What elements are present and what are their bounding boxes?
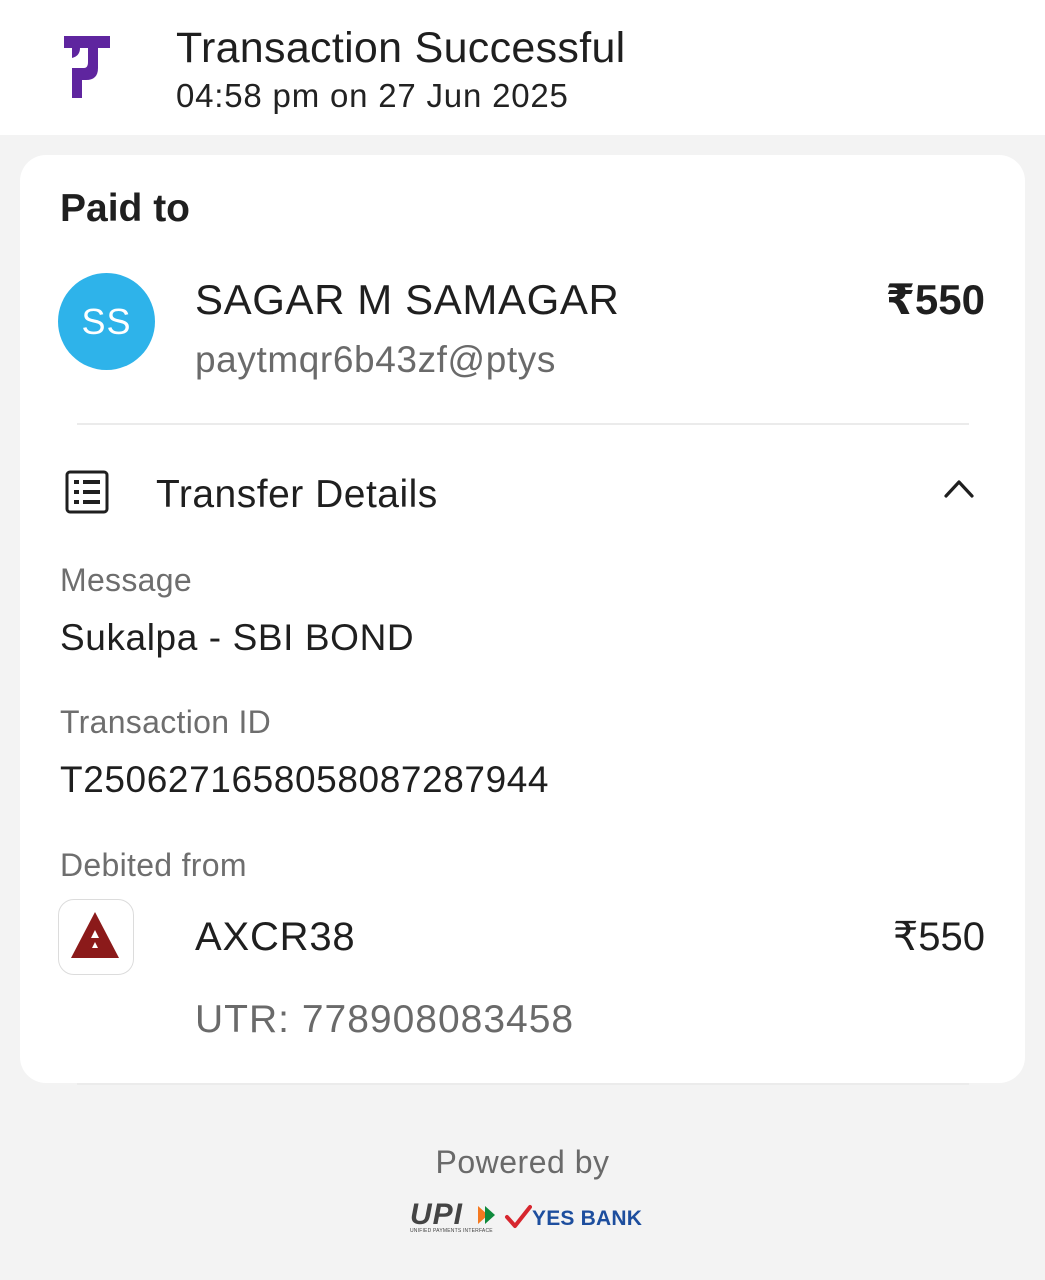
payee-name: SAGAR M SAMAGAR — [195, 276, 620, 323]
powered-by-label: Powered by — [435, 1144, 610, 1180]
axis-bank-logo-icon — [58, 899, 134, 975]
message-label: Message — [60, 562, 192, 598]
chevron-up-icon[interactable] — [943, 477, 975, 499]
payee-upi-id: paytmqr6b43zf@ptys — [195, 339, 556, 380]
debited-from-label: Debited from — [60, 847, 247, 883]
upi-arrow-icon — [478, 1206, 495, 1224]
yes-bank-logo-text: YES BANK — [532, 1207, 643, 1230]
transaction-card: Paid to SS SAGAR M SAMAGAR paytmqr6b43zf… — [20, 155, 1025, 1085]
document-list-icon — [65, 470, 109, 514]
utr-number[interactable]: UTR: 778908083458 — [195, 995, 574, 1045]
transfer-details-toggle[interactable]: Transfer Details — [156, 471, 438, 519]
message-value: Sukalpa - SBI BOND — [60, 617, 415, 658]
upi-logo-icon: UPI — [410, 1198, 464, 1231]
divider — [77, 423, 969, 425]
transaction-id-value[interactable]: T2506271658058087287944 — [60, 757, 549, 803]
upi-logo-subtext: UNIFIED PAYMENTS INTERFACE — [410, 1228, 493, 1234]
payee-avatar: SS — [58, 273, 155, 370]
page-title: Transaction Successful — [176, 24, 626, 72]
debit-amount: ₹550 — [892, 915, 985, 959]
paid-to-label: Paid to — [60, 187, 191, 230]
debit-account-name: AXCR38 — [195, 915, 356, 959]
paid-amount: ₹550 — [885, 276, 985, 323]
divider — [77, 1083, 969, 1085]
phonepe-logo-icon — [64, 36, 110, 98]
yes-bank-tick-icon — [505, 1205, 532, 1228]
partner-logos: UPI UNIFIED PAYMENTS INTERFACE YES BANK — [410, 1198, 643, 1238]
header: Transaction Successful 04:58 pm on 27 Ju… — [0, 0, 1045, 135]
transaction-id-label: Transaction ID — [60, 704, 272, 740]
transaction-timestamp: 04:58 pm on 27 Jun 2025 — [176, 77, 569, 114]
